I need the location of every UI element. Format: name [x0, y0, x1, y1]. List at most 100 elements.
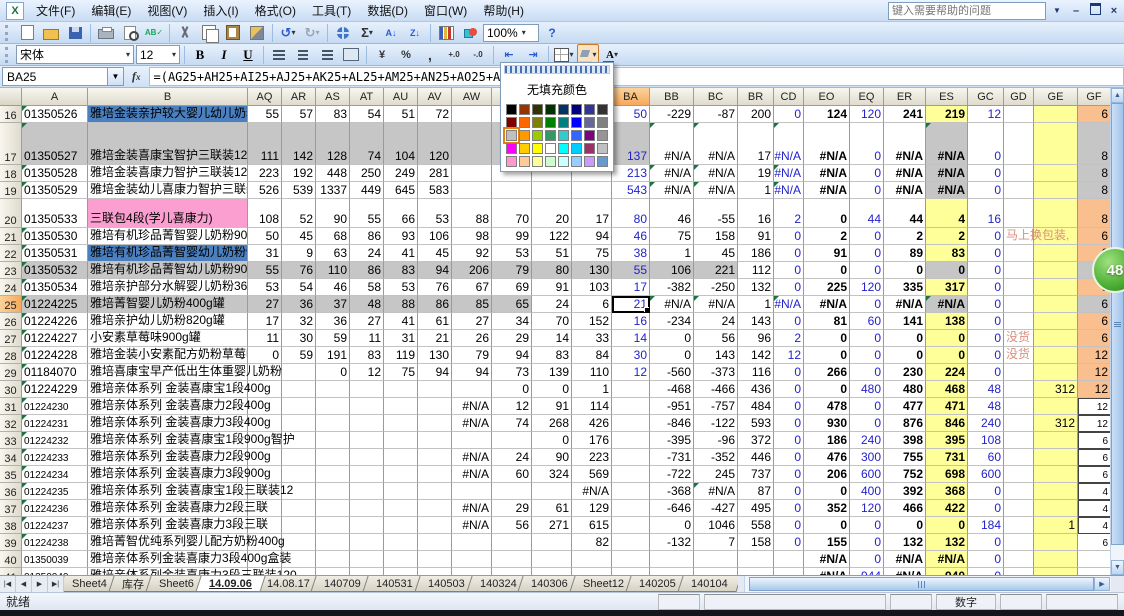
cell-ES36[interactable]: 368 [926, 483, 968, 500]
cell-BB21[interactable]: 75 [650, 228, 694, 245]
column-header-EQ[interactable]: EQ [850, 88, 884, 106]
cell-EQ22[interactable]: 0 [850, 245, 884, 262]
menu-help[interactable]: 帮助(H) [475, 0, 532, 21]
cell-AY40[interactable] [532, 551, 572, 568]
cell-AW26[interactable]: 27 [452, 313, 492, 330]
cell-AQ26[interactable]: 17 [248, 313, 282, 330]
cell-GC36[interactable]: 0 [968, 483, 1004, 500]
cell-AT28[interactable]: 83 [350, 347, 384, 364]
column-header-GE[interactable]: GE [1034, 88, 1078, 106]
color-swatch-00FFFF[interactable] [558, 143, 569, 154]
row-header-33[interactable]: 33 [0, 432, 22, 449]
column-header-CD[interactable]: CD [774, 88, 804, 106]
cell-BB40[interactable] [650, 551, 694, 568]
color-swatch-969696[interactable] [597, 130, 608, 141]
cell-ER16[interactable]: 241 [884, 106, 926, 123]
no-fill-option[interactable]: 无填充颜色 [501, 76, 613, 104]
cell-ES17[interactable]: #N/A [926, 123, 968, 165]
cell-BC18[interactable]: #N/A [694, 165, 738, 182]
cell-BR23[interactable]: 112 [738, 262, 774, 279]
cell-BC41[interactable] [694, 568, 738, 575]
cell-BC20[interactable]: -55 [694, 199, 738, 228]
font-name-select[interactable]: 宋体 ▾ [16, 45, 134, 64]
cell-AV24[interactable]: 76 [418, 279, 452, 296]
cell-BR25[interactable]: 1 [738, 296, 774, 313]
minimize-button[interactable]: – [1068, 5, 1084, 17]
cell-AR37[interactable] [282, 500, 316, 517]
cell-A33[interactable]: 01224232 [22, 432, 88, 449]
cell-A34[interactable]: 01224233 [22, 449, 88, 466]
cell-GC26[interactable]: 0 [968, 313, 1004, 330]
cell-ES26[interactable]: 138 [926, 313, 968, 330]
cell-BC26[interactable]: 24 [694, 313, 738, 330]
cell-GC16[interactable]: 12 [968, 106, 1004, 123]
cell-AR19[interactable]: 539 [282, 182, 316, 199]
cell-AY22[interactable]: 51 [532, 245, 572, 262]
cell-ER17[interactable]: #N/A [884, 123, 926, 165]
menu-data[interactable]: 数据(D) [359, 0, 416, 21]
cell-GE31[interactable] [1034, 398, 1078, 415]
cell-ER25[interactable]: #N/A [884, 296, 926, 313]
cell-CD35[interactable]: 0 [774, 466, 804, 483]
cell-ES29[interactable]: 224 [926, 364, 968, 381]
cell-BA35[interactable] [612, 466, 650, 483]
color-swatch-CCFFFF[interactable] [558, 156, 569, 167]
cell-AZ34[interactable]: 223 [572, 449, 612, 466]
cell-BB39[interactable]: -132 [650, 534, 694, 551]
align-center-icon[interactable] [292, 44, 314, 66]
cell-AZ38[interactable]: 615 [572, 517, 612, 534]
cell-AQ19[interactable]: 526 [248, 182, 282, 199]
cell-GD30[interactable] [1004, 381, 1034, 398]
cell-AU22[interactable]: 41 [384, 245, 418, 262]
cell-AW41[interactable] [452, 568, 492, 575]
cell-A31[interactable]: 01224230 [22, 398, 88, 415]
scroll-up-icon[interactable]: ▲ [1111, 88, 1124, 103]
row-header-38[interactable]: 38 [0, 517, 22, 534]
cell-BC19[interactable]: #N/A [694, 182, 738, 199]
row-header-32[interactable]: 32 [0, 415, 22, 432]
cell-BA25[interactable]: 21 [612, 296, 650, 313]
cell-BR17[interactable]: 17 [738, 123, 774, 165]
column-header-AQ[interactable]: AQ [248, 88, 282, 106]
cell-BC37[interactable]: -427 [694, 500, 738, 517]
cell-BA19[interactable]: 543 [612, 182, 650, 199]
column-header-AT[interactable]: AT [350, 88, 384, 106]
cell-AX25[interactable]: 65 [492, 296, 532, 313]
cell-BR33[interactable]: 372 [738, 432, 774, 449]
cell-BR30[interactable]: 436 [738, 381, 774, 398]
cell-AW18[interactable] [452, 165, 492, 182]
menu-window[interactable]: 窗口(W) [416, 0, 475, 21]
align-right-icon[interactable] [316, 44, 338, 66]
row-header-20[interactable]: 20 [0, 199, 22, 228]
cell-GF31[interactable]: 12 [1078, 398, 1111, 415]
cell-ER35[interactable]: 752 [884, 466, 926, 483]
cell-GC21[interactable]: 0 [968, 228, 1004, 245]
vertical-scrollbar[interactable]: ▲ ▼ [1110, 88, 1124, 575]
cell-GE23[interactable] [1034, 262, 1078, 279]
cell-AZ20[interactable]: 17 [572, 199, 612, 228]
color-swatch-0000FF[interactable] [571, 117, 582, 128]
cell-GD18[interactable] [1004, 165, 1034, 182]
save-icon[interactable] [64, 22, 86, 44]
cell-BC39[interactable]: 7 [694, 534, 738, 551]
cell-AT18[interactable]: 250 [350, 165, 384, 182]
cell-AU36[interactable] [384, 483, 418, 500]
cell-EO27[interactable]: 0 [804, 330, 850, 347]
cell-AV37[interactable] [418, 500, 452, 517]
row-header-39[interactable]: 39 [0, 534, 22, 551]
cell-AT16[interactable]: 54 [350, 106, 384, 123]
cell-AT32[interactable] [350, 415, 384, 432]
cell-AZ19[interactable] [572, 182, 612, 199]
cell-GE27[interactable] [1034, 330, 1078, 347]
cell-BB23[interactable]: 106 [650, 262, 694, 279]
cell-BC35[interactable]: 245 [694, 466, 738, 483]
cell-BA40[interactable] [612, 551, 650, 568]
cell-AV23[interactable]: 94 [418, 262, 452, 279]
row-header-35[interactable]: 35 [0, 466, 22, 483]
color-swatch-333300[interactable] [532, 104, 543, 115]
restore-button[interactable] [1087, 3, 1103, 18]
color-swatch-99CC00[interactable] [532, 130, 543, 141]
cell-AX32[interactable]: 74 [492, 415, 532, 432]
cell-AU28[interactable]: 119 [384, 347, 418, 364]
cell-ES27[interactable]: 0 [926, 330, 968, 347]
